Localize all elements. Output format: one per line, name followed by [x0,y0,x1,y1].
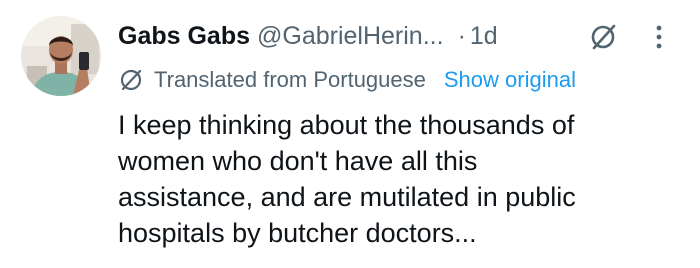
translation-bar: Translated from Portuguese Show original [118,63,576,97]
show-original-link[interactable]: Show original [444,67,576,93]
slash-circle-icon[interactable] [588,22,618,52]
more-vertical-icon[interactable] [650,22,668,52]
tweet-text-line: assistance, and are mutilated in public [118,182,576,212]
slash-circle-icon [120,69,142,91]
avatar[interactable] [21,16,101,96]
tweet-text-line: I keep thinking about the thousands of [118,110,575,140]
timestamp[interactable]: 1d [470,18,498,54]
user-handle[interactable]: @GabrielHerin... [257,18,444,54]
display-name[interactable]: Gabs Gabs [118,18,250,54]
tweet-text-line: women who don't have all this [118,146,478,176]
translated-label: Translated from Portuguese [154,67,426,92]
tweet-text: I keep thinking about the thousands of w… [118,107,688,251]
profile-photo [21,16,101,96]
separator-dot: · [457,22,466,50]
tweet-header: Gabs Gabs @GabrielHerin... · 1d [118,18,498,54]
tweet-text-line: hospitals by butcher doctors... [118,218,477,248]
tweet: Gabs Gabs @GabrielHerin... · 1d Translat… [0,0,700,268]
